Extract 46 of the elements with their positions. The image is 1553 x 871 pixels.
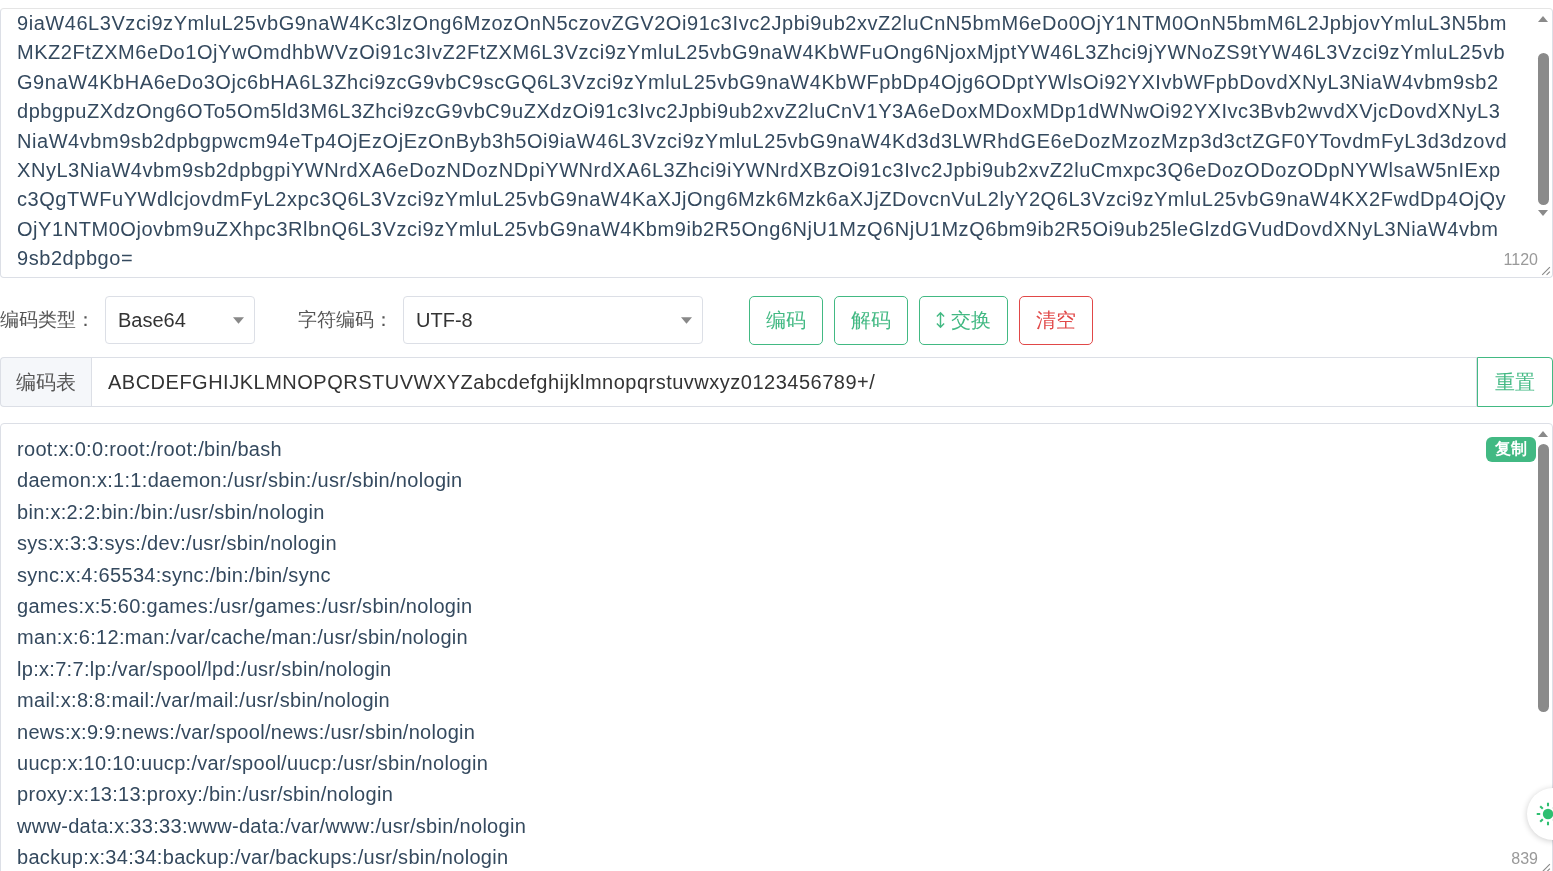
text-line: mail:x:8:8:mail:/var/mail:/usr/sbin/nologin (17, 688, 391, 714)
caret-icon (681, 316, 692, 324)
charset-select[interactable]: UTF-8 (403, 296, 703, 344)
text-line: man:x:6:12:man:/var/cache/man:/usr/sbin/nologin (17, 625, 468, 651)
text-line: root:x:0:0:root:/root:/bin/bash (17, 437, 282, 462)
action-button[interactable]: 编码 (749, 295, 823, 345)
text-line: proxy:x:13:13:proxy:/bin:/usr/sbin/nologin (17, 782, 394, 808)
clear-button[interactable]: 清空 (1019, 295, 1093, 345)
text-line: www-data:x:33:33:www-data:/var/www:/usr/sbin/nologin (17, 813, 527, 839)
encoding-type-select[interactable]: Base64 (105, 296, 255, 344)
text-line: NiaW4vbm9sb2dpbgpwcm94eTp4OjEzOjEzOnByb3h5Oi9iaW46L3Vzci9zYmluL25vbG9naW4Kd3d3LWRhdGE6eDozMzozMzp3d3ctZGF0YTovdmFyL3d3dzovd (17, 128, 1508, 154)
input-textarea[interactable] (0, 8, 1553, 278)
copy-button[interactable]: 复制 (1486, 437, 1536, 462)
character-count: 1120 (1503, 251, 1538, 269)
text-line: daemon:x:1:1:daemon:/usr/sbin:/usr/sbin/nologin (17, 468, 463, 494)
text-line: dpbgpuZXdzOng6OTo5Om5ld3M6L3Zhci9zcG9vbC9uZXdzOi91c3Ivc2Jpbi9ub2xvZ2luCnV1Y3A6eDoxMDoxMDp1dWNwOi92YXIvc3Bvb2wvdXVjcDovdXNyL3 (17, 99, 1501, 125)
text-line: lp:x:7:7:lp:/var/spool/lpd:/usr/sbin/nologin (17, 656, 392, 682)
scrollbar-drawing[interactable] (1536, 430, 1550, 712)
text-line: sys:x:3:3:sys:/dev:/usr/sbin/nologin (17, 531, 337, 557)
scrollbar-drawing[interactable] (1536, 15, 1550, 217)
field-label: 编码类型： (0, 308, 95, 332)
text-line: 9iaW46L3Vzci9zYmluL25vbG9naW4Kc3lzOng6MzozOnN5czovZGV2Oi91c3Ivc2Jpbi9ub2xvZ2luCnN5bmM6eDo0OjY1NTM0OnN5bmM6L2JpbjovYmluL3N5bm (17, 11, 1507, 36)
swap-button[interactable]: 交换 (919, 295, 1008, 345)
text-line: games:x:5:60:games:/usr/games:/usr/sbin/nologin (17, 594, 473, 620)
text-line: MKZ2FtZXM6eDo1OjYwOmdhbWVzOi91c3IvZ2FtZXM6L3Vzci9zYmluL25vbG9naW4KbWFuOng6NjoxMjptYW46L3Zhci9jYWNoZS9tYW46L3Vzci9zYmluL25vb (17, 40, 1506, 66)
resize-handle-icon[interactable] (1540, 862, 1551, 871)
text-line: sync:x:4:65534:sync:/bin:/bin/sync (17, 562, 331, 588)
text-line: 9sb2dpbgo= (17, 246, 134, 272)
text-line: XNyL3NiaW4vbm9sb2dpbgpiYWNrdXA6eDozNDozNDpiYWNrdXA6L3Zhci9iYWNrdXBzOi91c3Ivc2Jpbi9ub2xvZ2luCmxpc3Q6eDozODozODpNYWlsaW5nIExp (17, 158, 1501, 184)
output-textarea[interactable] (0, 423, 1553, 871)
text-line: G9naW4KbHA6eDo3Ojc6bHA6L3Zhci9zcG9vbC9scGQ6L3Vzci9zYmluL25vbG9naW4KbWFpbDp4Ojg6ODptYWlsOi92YXIvbWFpbDovdXNyL3NiaW4vbm9sb2 (17, 69, 1499, 95)
caret-icon (233, 316, 244, 324)
action-button[interactable]: 解码 (834, 295, 908, 345)
input-label: 编码表 (0, 357, 91, 407)
resize-handle-icon[interactable] (1540, 265, 1551, 276)
text-line: news:x:9:9:news:/var/spool/news:/usr/sbin/nologin (17, 719, 476, 745)
up-down-arrow-icon (936, 310, 945, 330)
text-line: backup:x:34:34:backup:/var/backups:/usr/sbin/nologin (17, 845, 509, 871)
character-count: 839 (1511, 850, 1538, 868)
text-line: bin:x:2:2:bin:/bin:/usr/sbin/nologin (17, 499, 325, 525)
field-label: 字符编码： (298, 308, 393, 332)
text-line: OjY1NTM0Ojovbm9uZXhpc3RlbnQ6L3Vzci9zYmluL25vbG9naW4Kbm9ib2R5Ong6NjU1MzQ6NjU1MzQ6bm9ib2R5Oi9ub25leGlzdGVudDovdXNyL3NiaW4vbm (17, 216, 1499, 242)
text-line: uucp:x:10:10:uucp:/var/spool/uucp:/usr/sbin/nologin (17, 751, 489, 777)
alphabet-input[interactable]: ABCDEFGHIJKLMNOPQRSTUVWXYZabcdefghijklmnopqrstuvwxyz0123456789+/ (91, 357, 1477, 407)
text-line: c3QgTWFuYWdlcjovdmFyL2xpc3Q6L3Vzci9zYmluL25vbG9naW4KaXJjOng6Mzk6Mzk6aXJjZDovcnVuL2lyY2Q6L3Vzci9zYmluL25vbG9naW4KX2FwdDp4OjQy (17, 187, 1507, 213)
reset-button[interactable]: 重置 (1477, 357, 1553, 407)
